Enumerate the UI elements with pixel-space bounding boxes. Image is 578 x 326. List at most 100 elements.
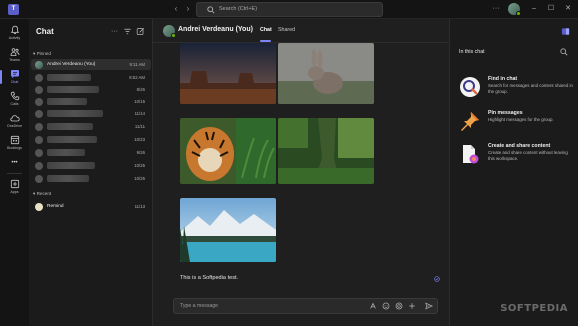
avatar: [35, 110, 43, 118]
chat-item-remind[interactable]: Remind 11/13: [31, 201, 151, 212]
cloud-icon: [9, 115, 20, 122]
redacted-name: [47, 110, 103, 117]
rail-item-onedrive[interactable]: OneDrive: [0, 111, 29, 133]
presence-available-icon: [171, 33, 176, 38]
chat-item-name: Andrei Verdeanu (You): [47, 61, 96, 67]
chat-item-time: 10/25: [134, 175, 145, 181]
chat-item-self[interactable]: Andrei Verdeanu (You) 9:11 AM: [31, 59, 151, 70]
back-arrow-icon[interactable]: ‹: [170, 3, 182, 15]
redacted-name: [47, 86, 99, 93]
feature-find-in-chat[interactable]: Find in chat Search for messages and con…: [459, 76, 575, 106]
recent-label: Recent: [36, 191, 52, 196]
list-item[interactable]: 8:52 AM: [31, 72, 151, 83]
shared-image-desert[interactable]: [180, 43, 276, 104]
search-icon[interactable]: [560, 48, 568, 56]
tab-chat[interactable]: Chat: [260, 27, 272, 33]
shared-image-tiger[interactable]: [180, 118, 276, 184]
rail-item-activity[interactable]: Activity: [0, 23, 29, 45]
chat-item-name: Remind: [47, 203, 64, 209]
rail-label-teams: Teams: [9, 58, 20, 62]
recent-section-header[interactable]: ▾ Recent: [33, 191, 51, 197]
rail-item-teams[interactable]: Teams: [0, 45, 29, 67]
redacted-name: [47, 123, 93, 130]
list-item[interactable]: 10/25: [31, 160, 151, 171]
feature-title: Find in chat: [488, 76, 518, 82]
format-icon[interactable]: [369, 302, 377, 310]
apps-icon: [10, 179, 19, 189]
pin-icon: [461, 112, 479, 131]
find-in-chat-icon: [460, 77, 480, 97]
list-item[interactable]: 8/26: [31, 84, 151, 95]
chat-item-time: 11/11: [134, 123, 145, 129]
search-icon: [207, 6, 215, 14]
rail-divider: [7, 173, 22, 174]
rail-label-bookings: Bookings: [7, 146, 22, 150]
tiger-image: [180, 118, 276, 184]
feature-create-share-content[interactable]: Create and share content Create and shar…: [459, 143, 575, 173]
list-item[interactable]: 10/15: [31, 96, 151, 107]
search-placeholder: Search (Ctrl+E): [219, 6, 258, 12]
new-chat-icon[interactable]: [136, 27, 145, 36]
composer-placeholder: Type a message: [180, 303, 219, 309]
panel-title: In this chat: [459, 49, 485, 55]
conversation-header: Andrei Verdeanu (You) Chat Shared: [153, 19, 449, 43]
avatar: [35, 74, 43, 82]
desert-landscape-image: [180, 43, 276, 104]
chat-item-time: 8/26: [136, 86, 145, 92]
emoji-icon[interactable]: [382, 302, 390, 310]
watermark-logo: SOFTPEDIA: [500, 303, 568, 314]
more-options-button[interactable]: ···: [490, 3, 502, 15]
avatar: [35, 149, 43, 157]
rail-item-calls[interactable]: Calls: [0, 89, 29, 111]
chat-item-time: 10/25: [134, 162, 145, 168]
details-pane-icon[interactable]: [561, 27, 570, 36]
feature-title: Create and share content: [488, 143, 551, 149]
pinned-section-header[interactable]: ▾ Pinned: [33, 51, 51, 57]
list-item[interactable]: 11/14: [31, 108, 151, 119]
forward-arrow-icon[interactable]: ›: [182, 3, 194, 15]
rail-item-more[interactable]: •••: [0, 157, 29, 179]
redacted-name: [47, 98, 87, 105]
redacted-name: [47, 136, 97, 143]
tab-shared[interactable]: Shared: [278, 27, 295, 33]
list-item[interactable]: 9/26: [31, 147, 151, 158]
shared-image-mountain-lake[interactable]: [180, 198, 276, 262]
create-content-icon: [463, 145, 479, 164]
rail-label-activity: Activity: [8, 36, 21, 40]
maximize-button[interactable]: ☐: [545, 3, 557, 15]
rail-item-apps[interactable]: Apps: [0, 177, 29, 199]
rail-label-apps: Apps: [10, 190, 19, 194]
close-button[interactable]: ✕: [562, 3, 574, 15]
loop-icon[interactable]: [395, 302, 403, 310]
send-icon[interactable]: [425, 302, 433, 310]
seen-check-icon: [434, 276, 440, 282]
filter-icon[interactable]: [123, 27, 132, 36]
add-icon[interactable]: [408, 302, 416, 310]
redacted-name: [47, 74, 91, 81]
avatar: [35, 61, 43, 69]
chat-details-panel: In this chat Find in chat Search for mes…: [449, 19, 578, 326]
list-item[interactable]: 10/25: [31, 173, 151, 184]
shared-image-rabbit[interactable]: [278, 43, 374, 104]
avatar: [35, 162, 43, 170]
search-input[interactable]: Search (Ctrl+E): [196, 2, 383, 17]
message-composer[interactable]: Type a message: [173, 298, 438, 314]
shared-image-forest[interactable]: [278, 118, 374, 184]
list-item[interactable]: 11/11: [31, 121, 151, 132]
feature-description: Create and share content without leaving…: [488, 150, 568, 161]
more-options-icon[interactable]: ···: [110, 27, 119, 36]
presence-available-icon: [516, 11, 521, 16]
rail-item-chat[interactable]: Chat: [0, 67, 29, 89]
bell-icon: [10, 25, 19, 35]
rail-item-bookings[interactable]: Bookings: [0, 133, 29, 155]
pinned-label: Pinned: [36, 51, 51, 56]
bookings-icon: [10, 135, 19, 145]
title-bar: T ‹ › Search (Ctrl+E) ··· – ☐ ✕: [0, 0, 578, 19]
chat-list-title: Chat: [36, 27, 54, 36]
redacted-name: [47, 175, 89, 182]
feature-pin-messages[interactable]: Pin messages Highlight messages for the …: [459, 110, 575, 140]
minimize-button[interactable]: –: [528, 3, 540, 15]
active-tab-indicator: [260, 40, 271, 42]
conversation-title: Andrei Verdeanu (You): [178, 26, 253, 33]
list-item[interactable]: 10/23: [31, 134, 151, 145]
